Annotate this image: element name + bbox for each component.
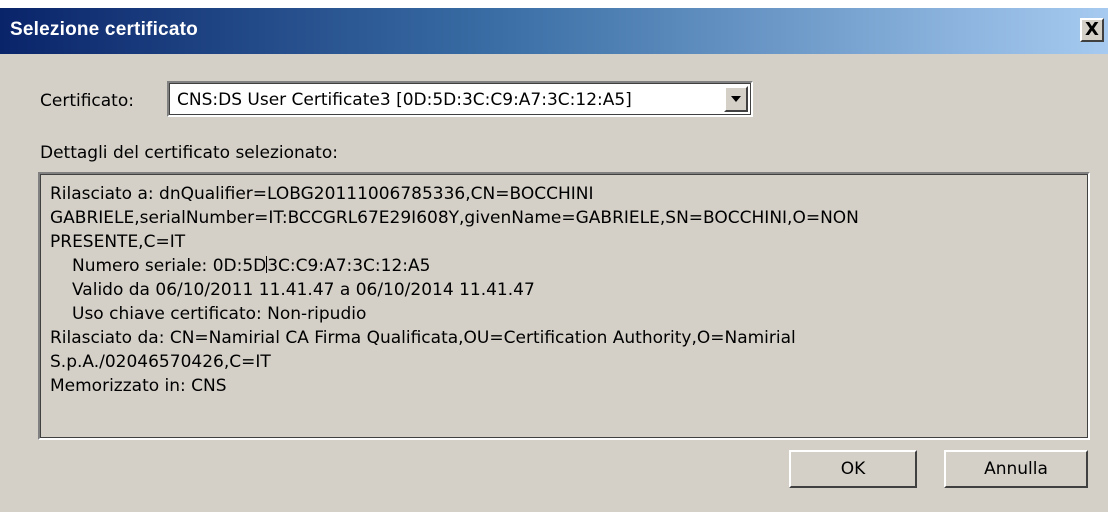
close-button[interactable]: X (1080, 18, 1104, 42)
details-line: Rilasciato da: CN=Namirial CA Firma Qual… (50, 328, 796, 348)
chevron-down-icon (731, 96, 741, 102)
certificate-select-value: CNS:DS User Certificate3 [0D:5D:3C:C9:A7… (177, 90, 632, 110)
serial-part-2: 3C:C9:A7:3C:12:A5 (267, 256, 431, 276)
dropdown-button[interactable] (724, 86, 748, 112)
details-line: GABRIELE,serialNumber=IT:BCCGRL67E29I608… (50, 208, 859, 228)
certificate-select[interactable]: CNS:DS User Certificate3 [0D:5D:3C:C9:A7… (167, 81, 753, 117)
details-line: Rilasciato a: dnQualifier=LOBG2011100678… (50, 184, 594, 204)
details-line: PRESENTE,C=IT (50, 232, 186, 252)
certificate-label: Certificato: (40, 91, 134, 111)
details-line-serial: Numero seriale: 0D:5D3C:C9:A7:3C:12:A5 (50, 254, 1080, 278)
certificate-selection-dialog: Selezione certificato X Certificato: CNS… (0, 8, 1108, 512)
ok-button[interactable]: OK (789, 450, 917, 488)
details-line: Valido da 06/10/2011 11.41.47 a 06/10/20… (72, 280, 535, 300)
close-icon: X (1085, 19, 1099, 40)
certificate-details-textbox[interactable]: Rilasciato a: dnQualifier=LOBG2011100678… (38, 172, 1090, 440)
details-line: Uso chiave certificato: Non-ripudio (72, 304, 367, 324)
details-label: Dettagli del certificato selezionato: (40, 143, 338, 163)
cancel-button[interactable]: Annulla (944, 450, 1088, 488)
details-line: S.p.A./02046570426,C=IT (50, 352, 271, 372)
certificate-details-text: Rilasciato a: dnQualifier=LOBG2011100678… (50, 182, 1080, 398)
details-line: Memorizzato in: CNS (50, 376, 227, 396)
title-bar[interactable]: Selezione certificato X (0, 8, 1108, 54)
serial-part-1: Numero seriale: 0D:5D (72, 256, 267, 276)
dialog-title: Selezione certificato (10, 19, 198, 40)
